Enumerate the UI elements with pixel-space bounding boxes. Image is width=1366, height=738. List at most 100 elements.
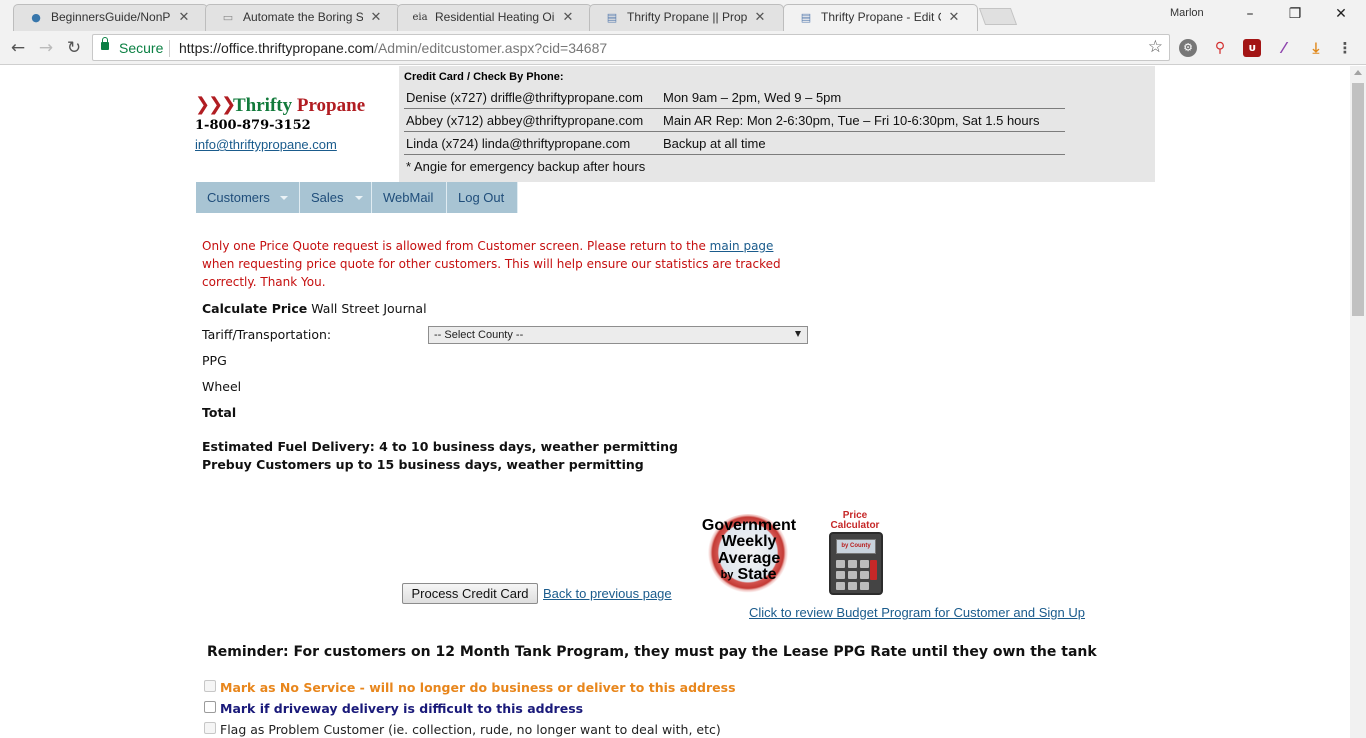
government-weekly-average-badge[interactable]: Government Weekly Average by State bbox=[700, 511, 798, 600]
county-select-value: -- Select County -- bbox=[434, 329, 524, 341]
problem-customer-checkbox[interactable] bbox=[204, 722, 216, 734]
menu-label: Customers bbox=[207, 190, 270, 205]
settings-extension-icon[interactable]: ⚙ bbox=[1179, 39, 1197, 57]
restore-icon[interactable]: ❐ bbox=[1283, 4, 1307, 24]
browser-tab[interactable]: ▭ Automate the Boring Stu ✕ bbox=[205, 4, 400, 31]
calculator-key bbox=[870, 560, 877, 580]
tank-program-reminder: Reminder: For customers on 12 Month Tank… bbox=[207, 644, 1097, 660]
delivery-estimate: Estimated Fuel Delivery: 4 to 10 busines… bbox=[202, 439, 678, 454]
tab-title: BeginnersGuide/NonPro bbox=[51, 10, 171, 24]
no-service-label: Mark as No Service - will no longer do b… bbox=[220, 680, 736, 695]
difficult-driveway-checkbox[interactable] bbox=[204, 701, 216, 713]
contact-row: Abbey (x712) abbey@thriftypropane.com Ma… bbox=[404, 109, 1065, 132]
menu-icon[interactable]: ⋮ bbox=[1336, 39, 1354, 57]
contact-hours: Main AR Rep: Mon 2-6:30pm, Tue – Fri 10-… bbox=[663, 113, 1040, 128]
secure-label: Secure bbox=[119, 40, 164, 56]
url-text[interactable]: https://office.thriftypropane.com/Admin/… bbox=[179, 40, 607, 56]
ppg-label: PPG bbox=[202, 353, 227, 368]
page-scrollbar[interactable] bbox=[1350, 66, 1366, 738]
calculator-key bbox=[860, 571, 869, 579]
profile-name[interactable]: Marlon bbox=[1170, 7, 1204, 19]
menu-sales[interactable]: Sales bbox=[300, 182, 372, 213]
main-page-link[interactable]: main page bbox=[710, 239, 774, 253]
location-pin-icon[interactable]: ⚲ bbox=[1211, 39, 1229, 57]
contact-row: * Angie for emergency backup after hours bbox=[404, 155, 1065, 178]
browser-toolbar: ← → ↻ Secure https://office.thriftypropa… bbox=[0, 31, 1366, 65]
new-tab-button[interactable] bbox=[978, 8, 1018, 25]
browser-tab-active[interactable]: ▤ Thrifty Propane - Edit Cu ✕ bbox=[783, 4, 978, 31]
company-phone: 1-800-879-3152 bbox=[195, 118, 311, 133]
bookmark-star-icon[interactable]: ☆ bbox=[1148, 37, 1163, 57]
chevron-down-icon bbox=[355, 196, 363, 200]
calculate-price-heading: Calculate Price bbox=[202, 301, 308, 316]
browser-tab[interactable]: eia Residential Heating Oil V ✕ bbox=[397, 4, 592, 31]
price-calculator-badge[interactable]: Price Calculator by County bbox=[822, 511, 892, 601]
budget-program-link[interactable]: Click to review Budget Program for Custo… bbox=[749, 605, 1085, 620]
url-host: https://office.thriftypropane.com bbox=[179, 40, 375, 56]
logo-text: Thrifty Propane bbox=[233, 95, 365, 117]
company-email-link[interactable]: info@thriftypropane.com bbox=[195, 137, 337, 152]
page-content: ❯❯❯ Thrifty Propane 1-800-879-3152 info@… bbox=[0, 66, 1350, 738]
menu-label: WebMail bbox=[383, 190, 434, 205]
tab-title: Residential Heating Oil V bbox=[435, 10, 555, 24]
page-icon: ▤ bbox=[606, 11, 618, 24]
county-select[interactable]: -- Select County -- bbox=[428, 326, 808, 344]
browser-tab[interactable]: ● BeginnersGuide/NonPro ✕ bbox=[13, 4, 208, 31]
contact-hours: Backup at all time bbox=[663, 136, 766, 151]
tab-title: Thrifty Propane || Propan bbox=[627, 10, 747, 24]
divider bbox=[169, 40, 170, 57]
close-icon[interactable]: ✕ bbox=[947, 9, 961, 26]
pen-icon[interactable]: ⁄ bbox=[1275, 39, 1293, 57]
prebuy-estimate: Prebuy Customers up to 15 business days,… bbox=[202, 457, 644, 472]
calculate-price-row: Calculate Price Wall Street Journal bbox=[202, 301, 427, 316]
calculator-caption: Calculator bbox=[830, 520, 880, 531]
python-icon: ● bbox=[31, 11, 41, 24]
lock-icon bbox=[101, 37, 109, 50]
eia-icon: eia bbox=[412, 12, 428, 23]
calculator-key bbox=[860, 560, 869, 568]
notice-text: Only one Price Quote request is allowed … bbox=[202, 239, 710, 253]
ublock-icon[interactable]: ᴜ bbox=[1243, 39, 1261, 57]
tab-title: Automate the Boring Stu bbox=[243, 10, 363, 24]
url-path: /Admin/editcustomer.aspx?cid=34687 bbox=[374, 40, 608, 56]
forward-icon[interactable]: → bbox=[35, 37, 57, 59]
badge-text: State bbox=[737, 566, 777, 583]
thrifty-logo[interactable]: ❯❯❯ Thrifty Propane bbox=[195, 93, 400, 117]
notice-text: when requesting price quote for other cu… bbox=[202, 257, 781, 289]
menu-customers[interactable]: Customers bbox=[196, 182, 300, 213]
menu-webmail[interactable]: WebMail bbox=[372, 182, 447, 213]
close-icon[interactable]: ✕ bbox=[177, 9, 191, 26]
back-icon[interactable]: ← bbox=[7, 37, 29, 59]
browser-tab[interactable]: ▤ Thrifty Propane || Propan ✕ bbox=[589, 4, 784, 31]
close-icon[interactable]: ✕ bbox=[753, 9, 767, 26]
minimize-icon[interactable]: – bbox=[1238, 4, 1262, 24]
calculator-key bbox=[848, 582, 857, 590]
problem-customer-label: Flag as Problem Customer (ie. collection… bbox=[220, 722, 721, 737]
close-icon[interactable]: ✕ bbox=[561, 9, 575, 26]
price-source: Wall Street Journal bbox=[311, 301, 427, 316]
calculator-key bbox=[860, 582, 869, 590]
close-window-icon[interactable]: ✕ bbox=[1329, 4, 1353, 24]
no-service-checkbox[interactable] bbox=[204, 680, 216, 692]
tariff-label: Tariff/Transportation: bbox=[202, 327, 332, 342]
download-icon[interactable]: ⤓ bbox=[1307, 39, 1325, 57]
contact-row: Linda (x724) linda@thriftypropane.com Ba… bbox=[404, 132, 1065, 155]
calculator-key bbox=[836, 571, 845, 579]
calculator-icon: by County bbox=[829, 532, 883, 595]
scroll-thumb[interactable] bbox=[1352, 83, 1364, 316]
close-icon[interactable]: ✕ bbox=[369, 9, 383, 26]
total-label: Total bbox=[202, 405, 237, 420]
price-quote-notice: Only one Price Quote request is allowed … bbox=[202, 237, 802, 291]
logo-word-propane: Propane bbox=[296, 95, 366, 116]
contact-box-title: Credit Card / Check By Phone: bbox=[404, 71, 564, 83]
reload-icon[interactable]: ↻ bbox=[63, 37, 85, 59]
wheel-label: Wheel bbox=[202, 379, 242, 394]
contact-hours: Mon 9am – 2pm, Wed 9 – 5pm bbox=[663, 90, 842, 105]
back-to-previous-link[interactable]: Back to previous page bbox=[543, 586, 672, 601]
address-bar[interactable]: Secure https://office.thriftypropane.com… bbox=[92, 34, 1170, 61]
calculator-key bbox=[836, 560, 845, 568]
menu-label: Sales bbox=[311, 190, 344, 205]
scroll-up-arrow-icon[interactable] bbox=[1354, 70, 1362, 75]
menu-logout[interactable]: Log Out bbox=[447, 182, 518, 213]
process-credit-card-button[interactable]: Process Credit Card bbox=[402, 583, 538, 604]
